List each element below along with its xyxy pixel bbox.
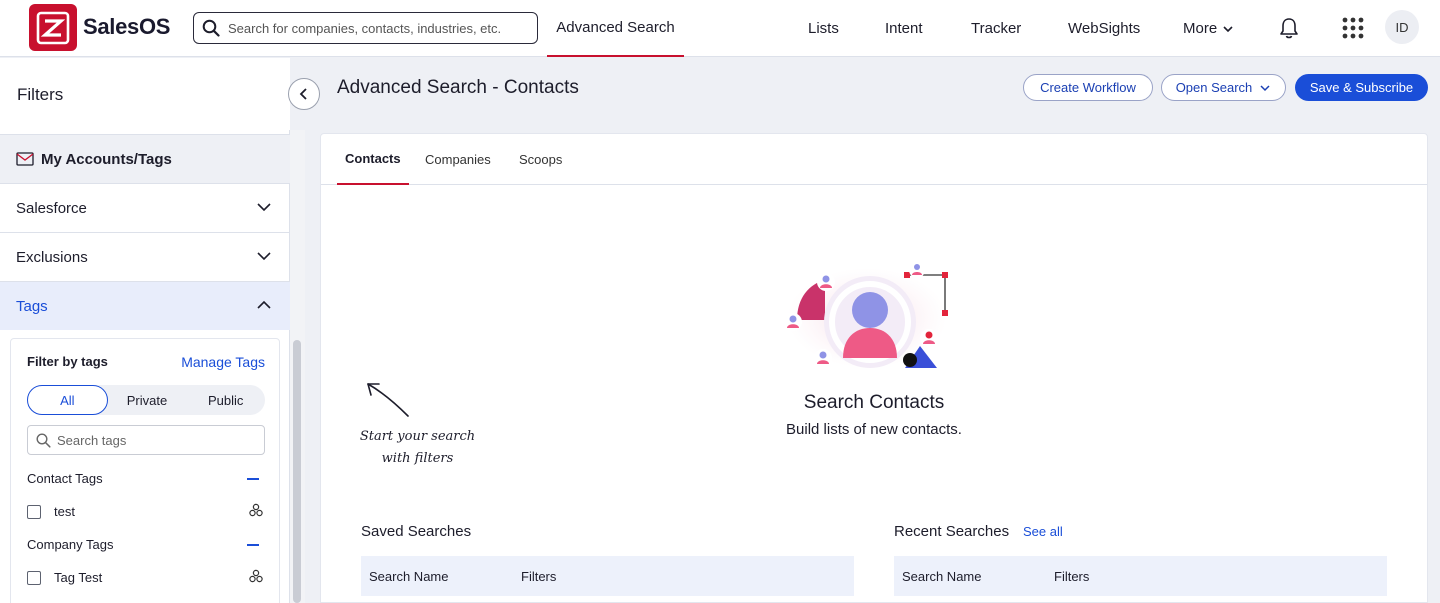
sidebar-scrollbar-thumb[interactable] [293,340,301,603]
create-workflow-button[interactable]: Create Workflow [1023,74,1153,101]
nav-more-label: More [1183,20,1218,37]
hint-line-1: Start your search [359,429,476,444]
column-header-filters[interactable]: Filters [521,569,556,584]
column-header-filters[interactable]: Filters [1054,569,1089,584]
tab-contacts[interactable]: Contacts [337,134,409,185]
filter-by-tags-label: Filter by tags [27,354,108,369]
app-grid-icon[interactable] [1341,16,1365,40]
notifications-bell-icon[interactable] [1277,15,1301,41]
segment-private[interactable]: Private [108,385,187,415]
chevron-up-icon [257,300,271,309]
search-icon [202,19,220,37]
saved-searches-title: Saved Searches [361,523,472,540]
shared-users-icon [249,503,263,517]
tag-filter-panel: Filter by tags Manage Tags All Private P… [10,338,280,603]
tab-scoops[interactable]: Scoops [519,134,562,185]
nav-intent[interactable]: Intent [885,0,923,57]
my-accounts-label: My Accounts/Tags [41,150,172,168]
global-search-bar[interactable] [193,12,538,44]
search-icon [36,432,51,448]
tag-visibility-toggle: All Private Public [27,385,265,415]
tag-label: Tag Test [54,570,103,585]
shared-users-icon [249,569,263,583]
sidebar-item-salesforce[interactable]: Salesforce [0,183,290,232]
tag-checkbox[interactable] [27,504,41,519]
open-search-button[interactable]: Open Search [1161,74,1286,101]
tags-label: Tags [16,297,48,315]
column-header-search-name[interactable]: Search Name [902,569,981,584]
sidebar-title: Filters [17,85,64,104]
tag-row[interactable]: test [27,504,75,519]
nav-lists[interactable]: Lists [808,0,839,57]
chevron-down-icon [257,252,271,261]
segment-all[interactable]: All [27,385,108,415]
collapse-sidebar-button[interactable] [288,78,320,110]
mini-avatar-icon [817,273,835,291]
top-nav-bar: SalesOS Advanced Search Lists Intent Tra… [0,0,1440,57]
salesforce-label: Salesforce [16,199,87,217]
nav-advanced-search[interactable]: Advanced Search [547,0,684,57]
tag-search-field[interactable] [27,425,265,455]
column-header-search-name[interactable]: Search Name [369,569,448,584]
sidebar-header: Filters [0,58,290,130]
filter-hint-text: Start your search with filters [350,426,485,470]
open-search-label: Open Search [1175,80,1253,95]
sidebar-item-my-accounts[interactable]: My Accounts/Tags [0,134,290,183]
global-search-input[interactable] [228,20,528,36]
saved-searches-table-header: Search Name Filters [361,556,854,596]
recent-searches-table-header: Search Name Filters [894,556,1387,596]
recent-searches-title: Recent Searches [894,523,1010,540]
collapse-contact-tags-icon[interactable] [247,478,259,480]
chevron-left-icon [299,88,307,100]
page-title: Advanced Search - Contacts [337,77,579,98]
sidebar-item-tags[interactable]: Tags [0,281,290,330]
contact-tags-label: Contact Tags [27,471,103,486]
search-contacts-illustration [784,262,948,368]
empty-state-subtitle: Build lists of new contacts. [786,421,962,438]
filters-sidebar: Filters My Accounts/Tags Salesforce Excl… [0,58,290,603]
nav-tracker[interactable]: Tracker [971,0,1021,57]
tag-label: test [54,504,75,519]
result-tabs: Contacts Companies Scoops [321,134,1427,185]
nav-more[interactable]: More [1183,0,1235,57]
tag-search-input[interactable] [57,432,257,448]
tag-checkbox[interactable] [27,570,41,585]
hint-arrow-icon [367,383,409,417]
collapse-company-tags-icon[interactable] [247,544,259,546]
company-tags-label: Company Tags [27,537,114,552]
tag-mail-icon [16,152,34,166]
user-avatar[interactable]: ID [1385,10,1419,44]
tag-row[interactable]: Tag Test [27,570,102,585]
save-subscribe-button[interactable]: Save & Subscribe [1295,74,1428,101]
empty-state-title: Search Contacts [803,392,945,413]
see-all-link[interactable]: See all [1023,524,1063,539]
segment-public[interactable]: Public [186,385,265,415]
brand-name: SalesOS [83,14,171,39]
sidebar-item-exclusions[interactable]: Exclusions [0,232,290,281]
tab-companies[interactable]: Companies [425,134,491,185]
hint-line-2: with filters [381,451,454,466]
exclusions-label: Exclusions [16,248,88,266]
zoominfo-logo-icon[interactable] [29,4,77,51]
chevron-down-icon [1223,25,1233,32]
nav-websights[interactable]: WebSights [1068,0,1140,57]
chevron-down-icon [257,203,271,212]
manage-tags-link[interactable]: Manage Tags [181,354,265,370]
chevron-down-icon [1260,84,1270,91]
